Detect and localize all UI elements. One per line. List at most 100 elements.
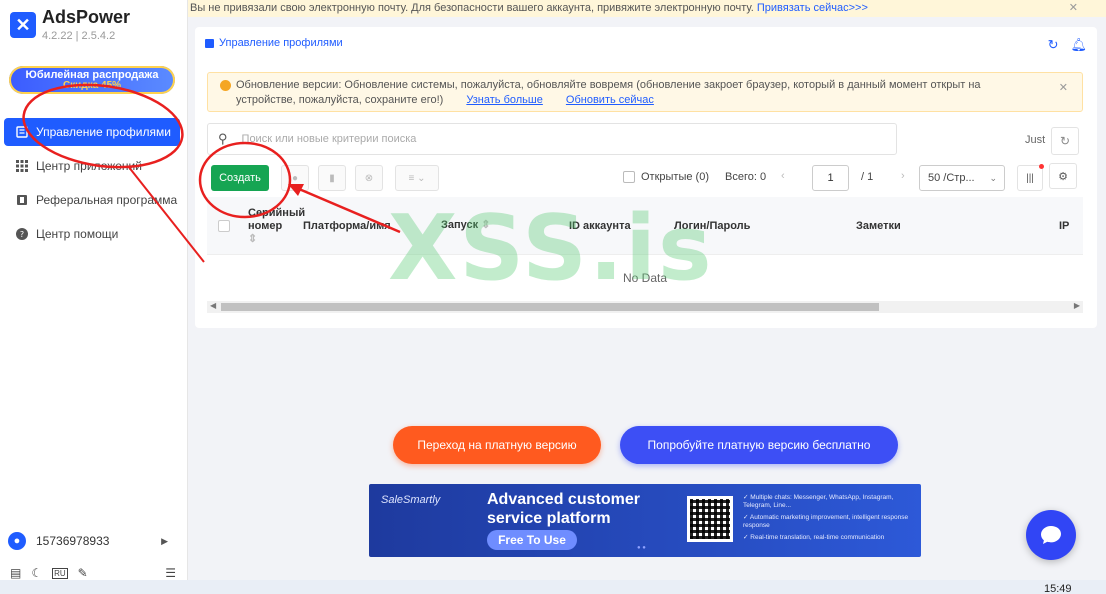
total-count: Всего: 0 — [725, 171, 767, 183]
free-trial-button[interactable]: Попробуйте платную версию бесплатно — [620, 426, 898, 464]
per-page-value: 50 /Стр... — [928, 172, 975, 184]
tab-profiles[interactable]: Управление профилями — [205, 37, 343, 49]
sidebar-item-label: Центр приложений — [36, 159, 142, 173]
col-platform: Платформа/имя — [303, 220, 391, 232]
table-header: Серийный номер ⇕ Платформа/имя Запуск ⇕ … — [207, 197, 1083, 255]
apps-grid-icon — [16, 160, 28, 172]
ad-headline: Advanced customer service platform — [487, 491, 640, 527]
page-total: / 1 — [861, 171, 874, 183]
adspower-logo-icon: ✕ — [10, 12, 36, 38]
stop-icon[interactable]: ⊗ — [355, 165, 383, 191]
email-warning-banner: Вы не привязали свою электронную почту. … — [188, 0, 1106, 17]
tab-icon — [205, 38, 214, 48]
gear-icon: ⚙ — [1058, 170, 1068, 183]
moon-icon[interactable]: ☾ — [31, 566, 42, 580]
bell-icon[interactable]: 🔔︎ — [1070, 37, 1087, 53]
profiles-table: Серийный номер ⇕ Платформа/имя Запуск ⇕ … — [207, 197, 1083, 315]
empty-state: No Data — [622, 271, 668, 285]
checkbox[interactable] — [623, 171, 635, 183]
bind-now-link[interactable]: Привязать сейчас>>> — [757, 2, 868, 14]
referral-icon — [16, 194, 28, 206]
col-login: Логин/Пароль — [674, 220, 751, 232]
settings-button[interactable]: ⚙ — [1049, 163, 1077, 189]
close-icon[interactable]: ✕ — [1069, 0, 1078, 17]
banner-text: Вы не привязали свою электронную почту. … — [190, 2, 754, 14]
trash-icon[interactable]: ▮ — [318, 165, 346, 191]
profiles-panel: Управление профилями ↻ 🔔︎ Обновление вер… — [195, 27, 1097, 328]
promo-banner[interactable]: Юбилейная распродажа Скидка 45% — [9, 66, 175, 94]
sidebar: ✕ AdsPower 4.2.22 | 2.5.4.2 Юбилейная ра… — [0, 0, 188, 594]
free-to-use-button[interactable]: Free To Use — [487, 530, 577, 550]
sidebar-item-referral[interactable]: Реферальная программа — [4, 186, 180, 214]
horizontal-scrollbar[interactable]: ◀ ▶ — [207, 301, 1083, 313]
carousel-dots[interactable]: ● ● — [637, 545, 646, 551]
warning-icon — [220, 80, 231, 91]
support-chat-button[interactable] — [1026, 510, 1076, 560]
language-icon[interactable]: RU — [52, 567, 68, 579]
clock: 15:49 — [1044, 583, 1072, 594]
col-notes: Заметки — [856, 220, 901, 232]
close-icon[interactable]: ✕ — [1059, 81, 1068, 96]
chevron-down-icon: ⌄ — [989, 173, 997, 183]
col-launch[interactable]: Запуск ⇕ — [441, 218, 490, 231]
chat-icon — [1041, 526, 1061, 544]
search-box: ⚲ — [207, 123, 897, 155]
promo-discount: Скидка 45% — [62, 80, 122, 91]
create-button[interactable]: Создать — [211, 165, 269, 191]
refresh-icon: ↻ — [1059, 134, 1071, 148]
ad-brand: SaleSmartly — [381, 494, 441, 506]
more-actions-dropdown[interactable]: ≡ ⌄ — [395, 165, 439, 191]
sort-icon: ⇕ — [248, 233, 258, 245]
pen-icon[interactable]: ✎ — [78, 566, 88, 580]
open-icon[interactable]: ● — [281, 165, 309, 191]
paid-version-button[interactable]: Переход на платную версию — [393, 426, 601, 464]
sidebar-item-label: Центр помощи — [36, 227, 119, 241]
user-account[interactable]: ● 15736978933 ▶ — [8, 532, 168, 550]
ad-feature: ✓ Real-time translation, real-time commu… — [743, 534, 885, 541]
columns-button[interactable]: ||| — [1017, 164, 1044, 191]
profiles-icon — [16, 126, 28, 138]
toolbar: Создать ● ▮ ⊗ ≡ ⌄ Открытые (0) Всего: 0 … — [211, 163, 1087, 191]
ad-features: ✓ Multiple chats: Messenger, WhatsApp, I… — [743, 494, 915, 546]
collapse-menu-icon[interactable]: ☰ — [165, 566, 176, 580]
notification-dot — [1039, 164, 1044, 169]
sidebar-nav: Управление профилями Центр приложений Ре… — [4, 118, 180, 254]
per-page-select[interactable]: 50 /Стр... ⌄ — [919, 165, 1005, 191]
ad-feature: ✓ Multiple chats: Messenger, WhatsApp, I… — [743, 494, 894, 509]
scroll-left-icon[interactable]: ◀ — [210, 301, 216, 310]
opened-filter[interactable]: Открытые (0) — [623, 171, 709, 183]
help-icon: ? — [16, 228, 28, 240]
app-logo: ✕ AdsPower 4.2.22 | 2.5.4.2 — [10, 8, 130, 42]
sidebar-item-profiles[interactable]: Управление профилями — [4, 118, 180, 146]
prev-page-icon[interactable]: ‹ — [781, 170, 785, 182]
page-input[interactable]: 1 — [812, 165, 849, 191]
update-now-link[interactable]: Обновить сейчас — [566, 94, 654, 106]
ad-banner[interactable]: SaleSmartly Advanced customer service pl… — [369, 484, 921, 557]
avatar: ● — [8, 532, 26, 550]
search-input[interactable] — [241, 133, 842, 145]
chevron-right-icon: ▶ — [161, 535, 168, 546]
sort-icon: ⇕ — [481, 219, 491, 231]
tab-label: Управление профилями — [219, 37, 343, 49]
sidebar-footer: ▤ ☾ RU ✎ ☰ — [10, 566, 176, 580]
scroll-right-icon[interactable]: ▶ — [1074, 301, 1080, 310]
document-icon[interactable]: ▤ — [10, 566, 21, 580]
scrollbar-thumb[interactable] — [221, 303, 879, 311]
os-taskbar: 15:49 — [0, 580, 1106, 594]
qr-code-icon — [687, 496, 733, 542]
sidebar-item-help[interactable]: ? Центр помощи — [4, 220, 180, 248]
learn-more-link[interactable]: Узнать больше — [466, 94, 542, 106]
select-all-checkbox[interactable] — [218, 220, 230, 232]
sidebar-item-label: Управление профилями — [36, 125, 171, 139]
col-ip: IP — [1059, 220, 1070, 232]
update-notice: Обновление версии: Обновление системы, п… — [207, 72, 1083, 112]
sidebar-item-apps[interactable]: Центр приложений — [4, 152, 180, 180]
search-icon: ⚲ — [218, 131, 228, 146]
just-label: Just — [1025, 134, 1046, 146]
refresh-icon[interactable]: ↻ — [1048, 37, 1059, 53]
refresh-button[interactable]: ↻ — [1051, 127, 1079, 155]
col-serial[interactable]: Серийный номер ⇕ — [248, 207, 305, 246]
sidebar-item-label: Реферальная программа — [36, 193, 178, 207]
next-page-icon[interactable]: › — [901, 170, 905, 182]
opened-label: Открытые (0) — [641, 171, 709, 183]
